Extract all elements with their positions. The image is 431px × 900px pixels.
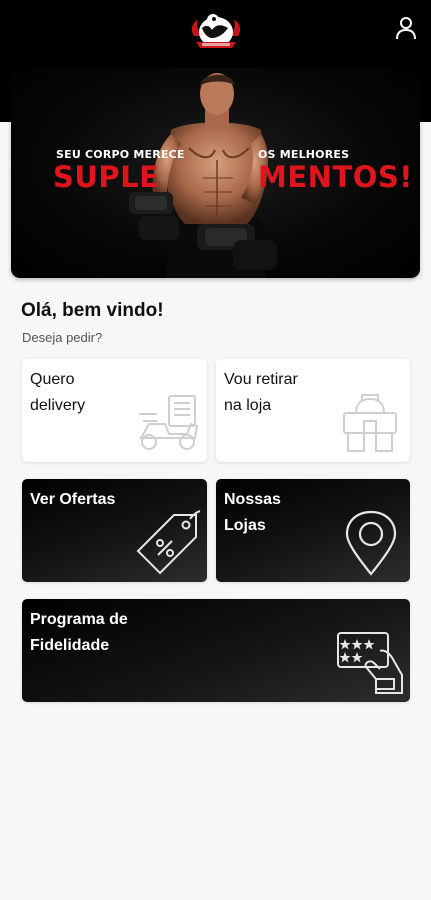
offers-card-label: Ver Ofertas <box>30 491 116 508</box>
map-pin-icon <box>345 510 397 576</box>
welcome-subtitle: Deseja pedir? <box>22 330 103 345</box>
welcome-greeting: Olá, bem vindo! <box>21 300 164 321</box>
store-pickup-card[interactable]: Vou retirar na loja <box>216 359 410 462</box>
delivery-card-label: Quero delivery <box>30 371 86 414</box>
banner-headline-right-big: MENTOS! <box>258 160 413 194</box>
store-icon <box>343 394 397 452</box>
user-icon[interactable] <box>395 16 417 40</box>
promo-banner[interactable]: SEU CORPO MERECE OS MELHORES SUPLE MENTO… <box>11 68 420 278</box>
delivery-scooter-icon <box>139 395 199 450</box>
stores-card-label: Nossas Lojas <box>224 491 281 534</box>
loyalty-card-icon <box>337 632 403 694</box>
discount-tag-icon <box>136 510 201 575</box>
stores-card[interactable]: Nossas Lojas <box>216 479 410 582</box>
offers-card[interactable]: Ver Ofertas <box>22 479 207 582</box>
banner-headline-left-big: SUPLE <box>53 160 160 194</box>
loyalty-program-card[interactable]: Programa de Fidelidade <box>22 599 410 702</box>
bodybuilder-mascot-logo <box>191 14 241 48</box>
loyalty-program-card-label: Programa de Fidelidade <box>30 611 128 654</box>
delivery-card[interactable]: Quero delivery <box>22 359 207 462</box>
store-pickup-card-label: Vou retirar na loja <box>224 371 298 414</box>
